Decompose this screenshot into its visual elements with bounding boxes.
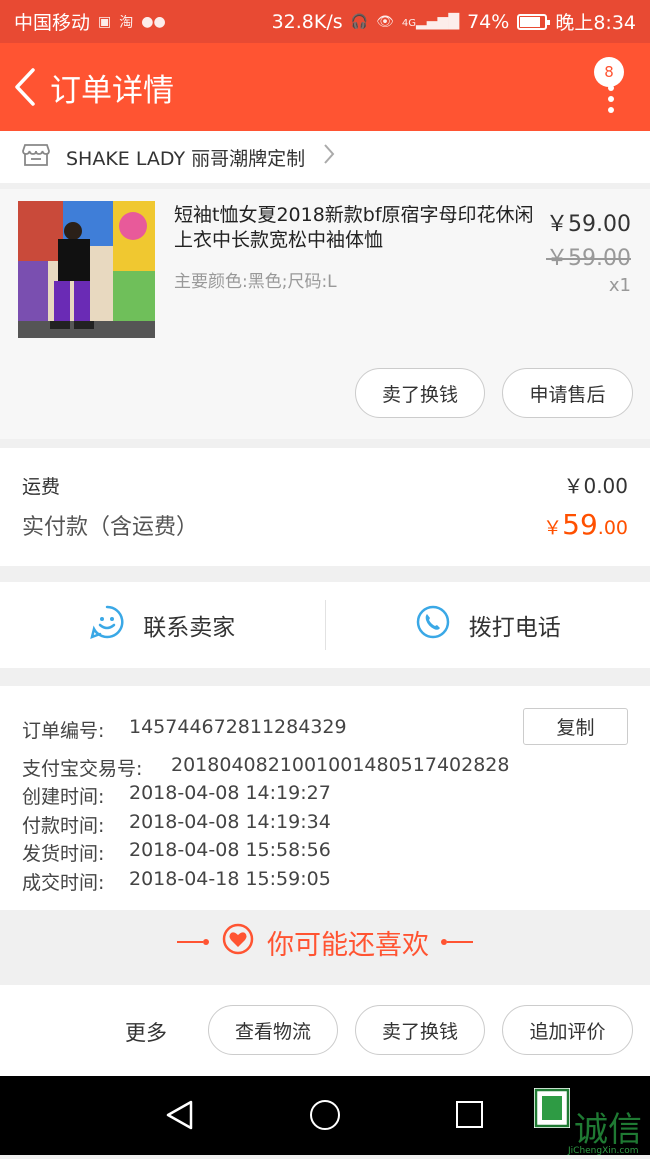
created-time-row: 创建时间: 2018-04-08 14:19:27	[22, 782, 331, 809]
call-phone-button[interactable]: 拨打电话	[326, 604, 650, 646]
shop-name: SHAKE LADY 丽哥潮牌定制	[66, 144, 305, 171]
contact-seller-label: 联系卖家	[143, 608, 235, 642]
heart-circle-icon	[221, 922, 255, 963]
back-icon[interactable]	[0, 43, 50, 131]
paid-time: 2018-04-08 14:19:34	[129, 811, 331, 838]
decor-line-left	[177, 939, 209, 945]
info-label: 付款时间:	[22, 811, 129, 838]
paid-label: 实付款（含运费）	[22, 509, 198, 541]
nav-back-icon[interactable]	[165, 1100, 195, 1134]
product-price: ￥59.00	[546, 206, 631, 238]
store-icon	[22, 143, 50, 171]
shipped-time-row: 发货时间: 2018-04-08 15:58:56	[22, 839, 331, 866]
signal-icon: 4G▂▄▆█	[402, 14, 459, 30]
after-sale-button[interactable]: 申请售后	[502, 368, 633, 418]
wechat-notify-icon: ●●	[141, 14, 165, 30]
paid-amount: ￥59.00	[543, 508, 628, 541]
info-label: 成交时间:	[22, 868, 129, 895]
info-label: 创建时间:	[22, 782, 129, 809]
vertical-dots-icon	[608, 85, 614, 113]
status-bar: 中国移动 ▣ 淘 ●● 32.8K/s 🎧 👁 4G▂▄▆█ 74% 晚上8:3…	[0, 0, 650, 43]
notification-badge: 8	[594, 57, 624, 87]
more-button[interactable]: 更多	[125, 1017, 167, 1047]
network-speed: 32.8K/s	[272, 11, 343, 33]
page-title: 订单详情	[50, 65, 174, 110]
product-sku: 主要颜色:黑色;尺码:L	[174, 267, 337, 292]
call-phone-label: 拨打电话	[469, 608, 561, 642]
decor-line-right	[441, 939, 473, 945]
paid-time-row: 付款时间: 2018-04-08 14:19:34	[22, 811, 331, 838]
deal-time-row: 成交时间: 2018-04-18 15:59:05	[22, 868, 331, 895]
created-time: 2018-04-08 14:19:27	[129, 782, 331, 809]
contact-bar: 联系卖家 拨打电话	[0, 582, 650, 668]
order-number-row: 订单编号: 145744672811284329	[22, 716, 347, 743]
taobao-notify-icon: 淘	[119, 12, 133, 32]
battery-icon	[517, 14, 547, 30]
freight-value: ￥0.00	[563, 470, 628, 499]
carrier-label: 中国移动	[14, 8, 90, 35]
paid-decimal: .00	[598, 517, 628, 539]
info-label: 发货时间:	[22, 839, 129, 866]
copy-button[interactable]: 复制	[523, 708, 628, 745]
payment-summary: 运费 ￥0.00 实付款（含运费） ￥59.00	[0, 448, 650, 566]
freight-label: 运费	[22, 472, 60, 499]
order-number: 145744672811284329	[129, 716, 347, 743]
contact-seller-button[interactable]: 联系卖家	[0, 604, 325, 646]
original-price: ￥59.00	[546, 240, 631, 272]
recommend-header: 你可能还喜欢	[0, 910, 650, 974]
alipay-number-row: 支付宝交易号: 2018040821001001480517402828	[22, 754, 509, 781]
product-card[interactable]: 短袖t恤女夏2018新款bf原宿字母印花休闲上衣中长款宽松中袖体恤 主要颜色:黑…	[0, 189, 650, 439]
bottom-actions: 更多 查看物流 卖了换钱 追加评价	[0, 985, 650, 1076]
clock: 晚上8:34	[555, 8, 636, 35]
add-review-button[interactable]: 追加评价	[502, 1005, 633, 1055]
nav-recent-icon[interactable]	[456, 1101, 483, 1128]
alipay-number: 2018040821001001480517402828	[171, 754, 509, 781]
nav-home-icon[interactable]	[310, 1100, 340, 1130]
product-quantity: x1	[609, 275, 631, 296]
info-label: 订单编号:	[22, 716, 129, 743]
battery-percent: 74%	[467, 11, 509, 33]
more-menu-button[interactable]: 8	[598, 73, 628, 113]
resell-button[interactable]: 卖了换钱	[355, 368, 485, 418]
view-logistics-button[interactable]: 查看物流	[208, 1005, 338, 1055]
resell-bottom-button[interactable]: 卖了换钱	[355, 1005, 485, 1055]
paid-integer: 59	[562, 508, 598, 541]
product-thumbnail[interactable]	[18, 201, 155, 338]
product-title[interactable]: 短袖t恤女夏2018新款bf原宿字母印花休闲上衣中长款宽松中袖体恤	[174, 203, 534, 253]
chevron-right-icon	[323, 143, 335, 171]
info-label: 支付宝交易号:	[22, 754, 171, 781]
app-header: 订单详情 8	[0, 43, 650, 131]
paid-currency: ￥	[543, 517, 562, 539]
watermark-text: 诚信	[574, 1102, 642, 1151]
shop-row[interactable]: SHAKE LADY 丽哥潮牌定制	[0, 131, 650, 183]
deal-time: 2018-04-18 15:59:05	[129, 868, 331, 895]
sim-icon: ▣	[98, 14, 111, 30]
recommend-title: 你可能还喜欢	[267, 923, 429, 962]
headset-icon: 🎧	[351, 14, 368, 30]
smiley-chat-icon	[89, 604, 125, 646]
order-info: 复制 订单编号: 145744672811284329 支付宝交易号: 2018…	[0, 686, 650, 910]
eye-icon: 👁	[376, 14, 394, 30]
shipped-time: 2018-04-08 15:58:56	[129, 839, 331, 866]
phone-icon	[415, 604, 451, 646]
